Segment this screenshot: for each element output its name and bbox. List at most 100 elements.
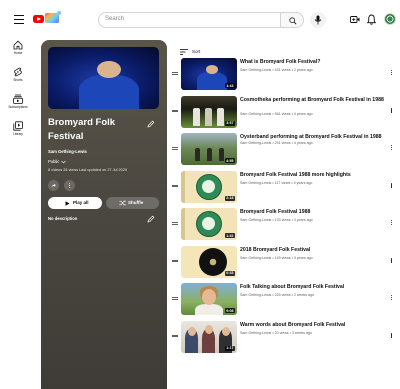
- drag-handle-icon[interactable]: [172, 184, 178, 189]
- video-thumbnail[interactable]: 3:57: [181, 95, 237, 128]
- share-button[interactable]: [48, 180, 59, 191]
- shorts-icon: [14, 67, 22, 77]
- guide-item-subscriptions[interactable]: Subscriptions: [0, 94, 36, 120]
- video-thumbnail[interactable]: 1:43: [181, 58, 237, 90]
- drag-handle-icon[interactable]: [172, 109, 178, 114]
- share-icon: [51, 183, 56, 188]
- video-meta: Sam Gething-Lewis • 561 views • 4 years …: [240, 111, 313, 116]
- privacy-label: Public: [48, 159, 60, 164]
- notifications-bell-icon[interactable]: [367, 14, 376, 25]
- search-icon: [289, 17, 297, 25]
- guide-label-subscriptions: Subscriptions: [8, 105, 28, 109]
- doodle-badge[interactable]: [45, 11, 61, 23]
- video-meta: Sam Gething-Lewis • 291 views • 4 years …: [240, 141, 313, 145]
- video-thumbnail[interactable]: 1:32: [181, 208, 237, 240]
- playlist-owner-link[interactable]: Sam Gething-Lewis: [48, 149, 87, 154]
- youtube-logo[interactable]: [33, 15, 44, 23]
- library-icon: [13, 121, 23, 131]
- playlist-video-row[interactable]: 1:43 What is Bromyard Folk Festival? Sam…: [168, 56, 400, 94]
- video-title-link[interactable]: Bromyard Folk Festival 1988: [240, 209, 385, 216]
- playlist-video-row[interactable]: 1:32 Bromyard Folk Festival 1988 Sam Get…: [168, 206, 400, 244]
- duration-badge: 3:57: [224, 120, 235, 126]
- video-menu-icon[interactable]: [390, 145, 393, 151]
- duration-badge: 1:32: [224, 233, 235, 238]
- duration-badge: 2:18: [224, 195, 235, 201]
- video-thumbnail[interactable]: 1:17: [181, 320, 237, 353]
- video-menu-icon[interactable]: [390, 295, 393, 301]
- guide-label-home: Home: [13, 51, 23, 55]
- video-menu-icon[interactable]: [390, 70, 393, 76]
- video-thumbnail[interactable]: 0:33: [181, 245, 237, 278]
- microphone-icon: [314, 15, 322, 25]
- drag-handle-icon[interactable]: [172, 147, 178, 151]
- playlist-video-row[interactable]: 3:57 Cosmotheka performing at Bromyard F…: [168, 94, 400, 132]
- create-video-icon[interactable]: [350, 15, 360, 24]
- video-title-link[interactable]: Oysterband performing at Bromyard Folk F…: [240, 134, 385, 141]
- playlist-cover-thumbnail[interactable]: [48, 47, 159, 109]
- guide-label-library: Library: [13, 132, 23, 136]
- playlist-video-row[interactable]: 0:33 2018 Bromyard Folk Festival Sam Get…: [168, 244, 400, 282]
- video-menu-icon[interactable]: [390, 220, 393, 226]
- guide-item-library[interactable]: Library: [0, 121, 36, 147]
- video-thumbnail[interactable]: 2:18: [181, 170, 237, 203]
- guide-item-home[interactable]: Home: [0, 40, 36, 66]
- drag-handle-icon[interactable]: [172, 297, 178, 301]
- video-title-link[interactable]: What is Bromyard Folk Festival?: [240, 59, 385, 66]
- video-menu-icon[interactable]: [390, 257, 393, 264]
- duration-badge: 1:17: [224, 345, 235, 351]
- video-meta: Sam Gething-Lewis • 20 views • 3 weeks a…: [240, 330, 313, 335]
- video-title-link[interactable]: 2018 Bromyard Folk Festival: [240, 247, 385, 254]
- playlist-stats: 8 videos 25 views Last updated on 27 Jul…: [48, 168, 127, 172]
- shuffle-label: Shuffle: [128, 200, 144, 205]
- drag-handle-icon[interactable]: [172, 72, 178, 76]
- video-title-link[interactable]: Warm words about Bromyard Folk Festival: [240, 322, 385, 329]
- play-all-button[interactable]: Play all: [48, 197, 102, 209]
- play-icon: [65, 200, 70, 206]
- voice-search-button[interactable]: [310, 12, 326, 28]
- guide-label-shorts: Shorts: [13, 78, 23, 82]
- edit-title-pencil-icon[interactable]: [147, 120, 155, 128]
- more-actions-button[interactable]: [64, 180, 75, 191]
- playlist-header-panel: Bromyard Folk Festival Sam Gething-Lewis…: [41, 40, 167, 389]
- drag-handle-icon[interactable]: [172, 334, 178, 339]
- playlist-video-row[interactable]: 4:55 Oysterband performing at Bromyard F…: [168, 131, 400, 169]
- video-title-link[interactable]: Cosmotheka performing at Bromyard Folk F…: [240, 97, 385, 104]
- guide-sidebar: Home Shorts Subscriptions Library: [0, 40, 36, 148]
- playlist-title: Bromyard Folk Festival: [48, 117, 116, 142]
- video-meta: Sam Gething-Lewis • 225 views • 2 weeks …: [240, 293, 315, 297]
- playlist-video-row[interactable]: 1:17 Warm words about Bromyard Folk Fest…: [168, 319, 400, 357]
- drag-handle-icon[interactable]: [172, 222, 178, 226]
- playlist-description: No description: [48, 216, 78, 221]
- search-button[interactable]: [280, 12, 304, 28]
- sort-label: Sort: [192, 49, 201, 54]
- search-placeholder: Search: [105, 16, 125, 22]
- video-title-link[interactable]: Folk Talking about Bromyard Folk Festiva…: [240, 284, 385, 291]
- duration-badge: 1:43: [224, 83, 235, 88]
- video-thumbnail[interactable]: 9:08: [181, 283, 237, 315]
- video-thumbnail[interactable]: 4:55: [181, 133, 237, 165]
- play-all-label: Play all: [73, 200, 89, 205]
- playlist-video-row[interactable]: 2:18 Bromyard Folk Festival 1988 more hi…: [168, 169, 400, 207]
- video-meta: Sam Gething-Lewis • 431 views • 2 years …: [240, 68, 313, 72]
- sort-icon: [180, 49, 188, 55]
- shuffle-icon: [119, 200, 126, 206]
- video-menu-icon[interactable]: [390, 332, 393, 339]
- home-icon: [13, 40, 23, 50]
- menu-icon[interactable]: [14, 15, 24, 24]
- drag-handle-icon[interactable]: [172, 259, 178, 264]
- chevron-down-icon: [60, 160, 66, 164]
- shuffle-button[interactable]: Shuffle: [106, 197, 159, 209]
- playlist-video-row[interactable]: 9:08 Folk Talking about Bromyard Folk Fe…: [168, 281, 400, 319]
- subscriptions-icon: [13, 94, 23, 104]
- video-meta: Sam Gething-Lewis • 133 views • 4 years …: [240, 218, 313, 222]
- video-title-link[interactable]: Bromyard Folk Festival 1988 more highlig…: [240, 172, 385, 179]
- search-input[interactable]: Search: [98, 12, 280, 28]
- edit-description-pencil-icon[interactable]: [147, 215, 155, 223]
- privacy-dropdown[interactable]: Public: [48, 159, 66, 164]
- video-menu-icon[interactable]: [390, 107, 393, 114]
- guide-item-shorts[interactable]: Shorts: [0, 67, 36, 93]
- video-meta: Sam Gething-Lewis • 149 views • 5 years …: [240, 255, 313, 260]
- account-avatar[interactable]: [384, 13, 396, 25]
- masthead: Search: [0, 0, 400, 40]
- video-menu-icon[interactable]: [390, 182, 393, 189]
